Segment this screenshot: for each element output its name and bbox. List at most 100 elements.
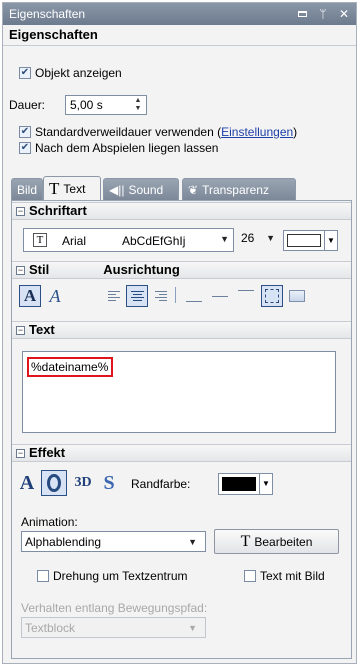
section-font-title: Schriftart bbox=[29, 203, 87, 218]
duration-label: Dauer: bbox=[9, 98, 46, 112]
duration-spinner[interactable]: 5,00 s ▲ ▼ bbox=[65, 95, 147, 115]
font-color-swatch bbox=[287, 234, 321, 247]
path-behavior-label: Verhalten entlang Bewegungspfad: bbox=[21, 601, 208, 615]
bold-icon: A bbox=[23, 286, 37, 305]
section-text-title: Text bbox=[29, 322, 55, 337]
checkbox-unchecked-icon bbox=[37, 570, 49, 582]
edit-text-icon: T bbox=[240, 532, 251, 550]
valign-middle-icon[interactable] bbox=[209, 287, 231, 305]
bold-button[interactable]: A bbox=[19, 285, 41, 307]
dropdown-arrow-icon: ▼ bbox=[188, 623, 197, 633]
effect-3d-icon: 3D bbox=[74, 475, 92, 490]
settings-link[interactable]: Einstellungen bbox=[221, 125, 293, 139]
keep-after-play-label: Nach dem Abspielen liegen lassen bbox=[35, 141, 219, 155]
italic-icon: A bbox=[49, 285, 61, 306]
divider bbox=[3, 45, 356, 46]
effect-normal-button[interactable]: A bbox=[17, 471, 37, 495]
tab-text[interactable]: T Text bbox=[43, 176, 101, 200]
transparency-icon: ❦ bbox=[188, 182, 199, 197]
checkbox-checked-icon: ✔ bbox=[19, 142, 31, 154]
text-with-image-label: Text mit Bild bbox=[260, 569, 325, 583]
section-style-title: Stil bbox=[29, 262, 50, 277]
collapse-icon[interactable]: − bbox=[16, 448, 25, 458]
collapse-icon[interactable]: − bbox=[16, 325, 25, 335]
border-color-label: Randfarbe: bbox=[131, 477, 191, 491]
show-object-label: Objekt anzeigen bbox=[35, 66, 122, 80]
effect-shadow-button[interactable]: S bbox=[99, 471, 119, 495]
dropdown-arrow-icon[interactable]: ▼ bbox=[266, 233, 275, 243]
border-color-picker[interactable]: ▼ bbox=[218, 473, 273, 495]
section-text-header[interactable]: − Text bbox=[12, 321, 351, 339]
text-with-image-checkbox[interactable]: Text mit Bild bbox=[244, 569, 325, 583]
checkbox-checked-icon: ✔ bbox=[19, 67, 31, 79]
show-object-checkbox[interactable]: ✔ Objekt anzeigen bbox=[19, 66, 122, 80]
effect-outline-icon bbox=[47, 474, 61, 492]
tab-bild-label: Bild bbox=[17, 182, 38, 197]
align-right-icon[interactable] bbox=[151, 287, 169, 305]
minimize-icon[interactable] bbox=[296, 3, 308, 25]
spinner-arrows-icon[interactable]: ▲ ▼ bbox=[132, 97, 144, 113]
speaker-icon: ◀|| bbox=[109, 182, 125, 197]
default-duration-checkbox[interactable]: ✔ Standardverweildauer verwenden (Einste… bbox=[19, 125, 297, 139]
collapse-icon[interactable]: − bbox=[16, 206, 25, 216]
valign-top-icon[interactable] bbox=[235, 287, 257, 305]
window-title: Eigenschaften bbox=[9, 7, 86, 21]
section-align-title: Ausrichtung bbox=[103, 262, 180, 277]
animation-label: Animation: bbox=[21, 515, 78, 529]
section-effect-header[interactable]: − Effekt bbox=[12, 444, 351, 462]
dropdown-arrow-icon[interactable]: ▼ bbox=[259, 474, 272, 494]
close-icon[interactable]: ✕ bbox=[338, 3, 350, 25]
collapse-icon[interactable]: − bbox=[16, 265, 25, 275]
duration-value: 5,00 s bbox=[70, 98, 103, 112]
rotate-checkbox[interactable]: Drehung um Textzentrum bbox=[37, 569, 188, 583]
edit-button-label: Bearbeiten bbox=[254, 534, 313, 549]
autofit-icon[interactable] bbox=[287, 287, 307, 305]
font-size-value: 26 bbox=[241, 231, 255, 245]
panel-heading: Eigenschaften bbox=[9, 27, 98, 42]
font-preview: AbCdEfGhIj bbox=[122, 234, 186, 248]
text-input-area[interactable]: %dateiname% bbox=[22, 351, 336, 433]
truetype-font-icon: T bbox=[33, 233, 47, 247]
align-center-icon[interactable] bbox=[126, 285, 148, 307]
animation-select[interactable]: Alphablending ▼ bbox=[21, 531, 206, 552]
font-family-select[interactable]: T Arial AbCdEfGhIj ▼ bbox=[23, 228, 234, 252]
italic-button[interactable]: A bbox=[45, 285, 65, 307]
text-tab-icon: T bbox=[49, 178, 60, 198]
rotate-label: Drehung um Textzentrum bbox=[53, 569, 188, 583]
font-family-value: Arial bbox=[62, 234, 87, 248]
valign-bottom-icon[interactable] bbox=[183, 287, 205, 305]
text-value-highlighted[interactable]: %dateiname% bbox=[27, 357, 114, 377]
tab-sound-label: Sound bbox=[128, 182, 164, 197]
checkbox-unchecked-icon bbox=[244, 570, 256, 582]
tab-bild[interactable]: Bild bbox=[11, 178, 43, 200]
effect-shadow-icon: S bbox=[103, 471, 115, 494]
tab-transparenz[interactable]: ❦ Transparenz bbox=[182, 178, 296, 200]
edit-button[interactable]: T Bearbeiten bbox=[214, 529, 339, 554]
section-style-header[interactable]: − Stil Ausrichtung bbox=[12, 261, 351, 279]
title-bar[interactable]: Eigenschaften ᛘ ✕ bbox=[3, 3, 356, 25]
tab-sound[interactable]: ◀|| Sound bbox=[103, 178, 179, 200]
path-behavior-select: Textblock ▼ bbox=[21, 617, 206, 638]
keep-after-play-checkbox[interactable]: ✔ Nach dem Abspielen liegen lassen bbox=[19, 141, 218, 155]
tab-transparenz-label: Transparenz bbox=[202, 182, 269, 197]
align-separator bbox=[175, 287, 176, 303]
default-duration-suffix: ) bbox=[293, 125, 298, 139]
font-size-select[interactable]: 26 ▼ bbox=[237, 228, 277, 252]
effect-outline-button[interactable] bbox=[41, 470, 67, 496]
default-duration-label: Standardverweildauer verwenden ( bbox=[35, 125, 222, 139]
path-behavior-value: Textblock bbox=[25, 621, 76, 635]
section-effect-title: Effekt bbox=[29, 445, 66, 460]
effect-normal-icon: A bbox=[19, 471, 35, 494]
border-color-swatch bbox=[222, 477, 256, 491]
section-font-header[interactable]: − Schriftart bbox=[12, 202, 351, 220]
dropdown-arrow-icon[interactable]: ▼ bbox=[188, 537, 197, 547]
dropdown-arrow-icon[interactable]: ▼ bbox=[220, 234, 229, 244]
pin-icon[interactable]: ᛘ bbox=[317, 3, 329, 25]
text-frame-icon[interactable] bbox=[261, 285, 283, 307]
effect-3d-button[interactable]: 3D bbox=[71, 471, 95, 495]
align-left-icon[interactable] bbox=[106, 287, 124, 305]
animation-value: Alphablending bbox=[25, 535, 102, 549]
font-color-picker[interactable]: ▼ bbox=[283, 230, 338, 251]
checkbox-checked-icon: ✔ bbox=[19, 126, 31, 138]
dropdown-arrow-icon[interactable]: ▼ bbox=[324, 231, 337, 250]
